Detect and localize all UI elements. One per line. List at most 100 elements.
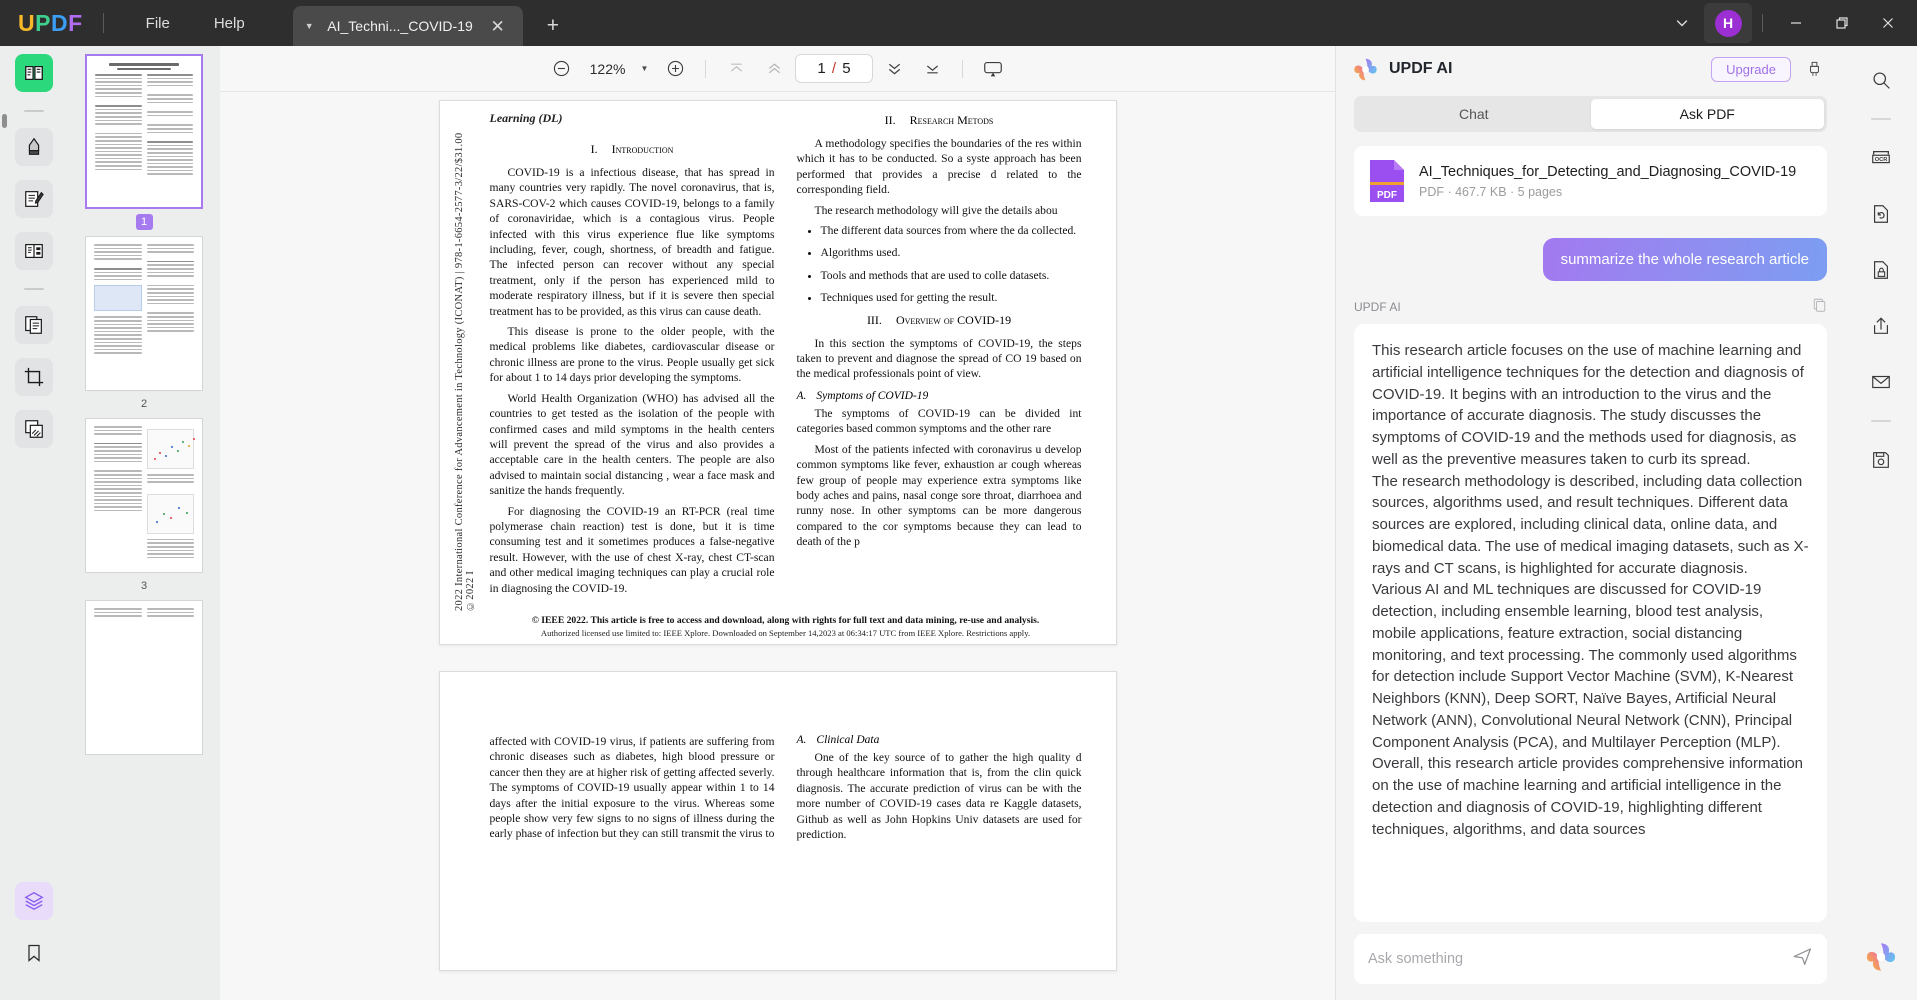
left-tool-rail: [0, 46, 68, 1000]
pages-scroll-container[interactable]: 2022 International Conference for Advanc…: [220, 92, 1335, 1000]
sidebar-item-reader[interactable]: [15, 54, 53, 92]
previous-page-icon[interactable]: [757, 52, 791, 86]
thumbnail-item[interactable]: 2: [85, 236, 203, 412]
organize-pages-icon: [25, 243, 43, 259]
email-icon[interactable]: [1861, 362, 1901, 402]
account-button[interactable]: H: [1704, 3, 1752, 43]
right-rail-divider-1: [1871, 118, 1891, 120]
file-meta: PDF · 467.7 KB · 5 pages: [1419, 184, 1563, 199]
list-item: The different data sources from where th…: [821, 223, 1082, 238]
assistant-paragraph: Various AI and ML techniques are discuss…: [1372, 581, 1797, 751]
footer-copyright: © IEEE 2022. This article is free to acc…: [531, 614, 1040, 626]
svg-text:PDF: PDF: [1377, 190, 1397, 201]
tab-close-icon[interactable]: ✕: [486, 16, 508, 37]
logo-letter-f: F: [68, 9, 83, 36]
chat-message-area[interactable]: summarize the whole research article UPD…: [1336, 216, 1845, 922]
titlebar-more-chevron-down-icon[interactable]: [1660, 3, 1704, 43]
document-tabs: ▼ AI_Techni..._COVID-19 ✕ +: [292, 0, 567, 46]
subsection-letter: A.: [796, 734, 807, 746]
zoom-out-icon[interactable]: [545, 52, 579, 86]
logo-letter-d: D: [50, 9, 69, 36]
page1-left-column: Learning (DL) I. Introduction COVID-19 is…: [490, 111, 775, 601]
save-icon[interactable]: [1861, 440, 1901, 480]
upgrade-button[interactable]: Upgrade: [1711, 56, 1791, 82]
copy-icon[interactable]: [1812, 297, 1827, 317]
presentation-mode-icon[interactable]: [976, 52, 1010, 86]
sidebar-item-annotate[interactable]: [15, 128, 53, 166]
title-bar-left: U P D F File Help: [0, 0, 267, 46]
zoom-in-icon[interactable]: [658, 52, 692, 86]
paragraph: One of the key source of to gather the h…: [796, 751, 1082, 842]
updf-ai-button[interactable]: [1864, 940, 1898, 974]
new-tab-plus-icon[interactable]: +: [539, 14, 567, 38]
crop-icon: [24, 367, 44, 387]
thumbnail-page-3[interactable]: [85, 418, 203, 573]
convert-pdf-icon[interactable]: [1861, 194, 1901, 234]
zoom-level-value[interactable]: 122%: [583, 61, 633, 77]
list-item: Tools and methods that are used to colle…: [821, 268, 1082, 283]
section-numeral: II.: [884, 113, 896, 127]
menu-file[interactable]: File: [124, 9, 192, 38]
tab-dropdown-caret-icon[interactable]: ▼: [305, 21, 314, 31]
share-icon[interactable]: [1861, 306, 1901, 346]
page-thumbnail-panel[interactable]: 1 2 3: [68, 46, 220, 1000]
ocr-icon[interactable]: OCR: [1861, 138, 1901, 178]
pdf-page-1: 2022 International Conference for Advanc…: [438, 100, 1117, 645]
layers-icon: [24, 891, 44, 911]
menu-help[interactable]: Help: [192, 9, 267, 38]
thumbnail-item[interactable]: 3: [85, 418, 203, 594]
assistant-label-row: UPDF AI: [1354, 297, 1827, 317]
sidebar-item-copy-page[interactable]: [15, 306, 53, 344]
section-title: Overview of COVID-19: [895, 312, 1012, 327]
rail-divider-1: [24, 110, 44, 112]
clear-chat-brush-icon[interactable]: [1799, 54, 1829, 84]
thumbnail-page-1[interactable]: [85, 54, 203, 209]
last-page-icon[interactable]: [915, 52, 949, 86]
updf-ai-clover-icon: [1354, 58, 1377, 80]
close-icon[interactable]: [1865, 0, 1911, 46]
protect-lock-icon[interactable]: [1861, 250, 1901, 290]
sidebar-item-layers[interactable]: [15, 882, 53, 920]
section-numeral: III.: [866, 312, 882, 327]
footer-license: Authorized licensed use limited to: IEEE…: [540, 627, 1031, 638]
edit-document-icon: [25, 191, 44, 207]
sidebar-item-bookmark[interactable]: [15, 934, 53, 972]
tab-ask-pdf[interactable]: Ask PDF: [1590, 99, 1824, 129]
search-icon[interactable]: [1861, 60, 1901, 100]
ask-input-row[interactable]: [1354, 934, 1827, 984]
first-page-icon[interactable]: [719, 52, 753, 86]
thumb-chart-2: [146, 493, 194, 534]
updf-logo: U P D F: [18, 10, 83, 37]
tab-chat[interactable]: Chat: [1357, 99, 1591, 129]
attached-file-card[interactable]: PDF AI_Techniques_for_Detecting_and_Diag…: [1354, 146, 1827, 216]
logo-letter-p: P: [35, 9, 51, 36]
thumbnail-item[interactable]: 1: [85, 54, 203, 230]
document-tab[interactable]: ▼ AI_Techni..._COVID-19 ✕: [292, 6, 523, 46]
paragraph: The symptoms of COVID-19 can be divided …: [796, 406, 1082, 436]
ask-input[interactable]: [1368, 951, 1782, 967]
maximize-icon[interactable]: [1819, 0, 1865, 46]
running-header: Learning (DL): [489, 111, 563, 125]
section-heading-2: II. Research Metods: [797, 113, 1082, 128]
sidebar-item-batch[interactable]: [15, 410, 53, 448]
sidebar-item-edit-pdf[interactable]: [15, 180, 53, 218]
send-icon[interactable]: [1792, 946, 1813, 972]
thumbnail-item[interactable]: [85, 600, 203, 755]
thumbnail-page-2[interactable]: [85, 236, 203, 391]
toolbar-divider-1: [705, 59, 707, 78]
title-bar-right: H: [1660, 0, 1917, 46]
updf-application-window: U P D F File Help ▼ AI_Techni..._COVID-1…: [0, 0, 1917, 1000]
minimize-icon[interactable]: [1773, 0, 1819, 46]
paragraph: This disease is prone to the older peopl…: [489, 325, 775, 385]
page1-right-column: II. Research Metods A methodology specifi…: [797, 111, 1082, 601]
sidebar-item-page-organize[interactable]: [15, 232, 53, 270]
page2-columns: affected with COVID-19 virus, if patient…: [490, 734, 1082, 847]
subsection-letter: A.: [796, 389, 807, 402]
thumbnail-page-4[interactable]: [85, 600, 203, 755]
zoom-chevron-down-icon[interactable]: ▼: [635, 58, 655, 79]
sidebar-item-crop[interactable]: [15, 358, 53, 396]
thumb-chart-1: [146, 429, 195, 469]
page-number-input[interactable]: 1 / 5: [795, 54, 874, 83]
next-page-icon[interactable]: [877, 52, 911, 86]
method-bullet-list: The different data sources from where th…: [821, 223, 1082, 306]
